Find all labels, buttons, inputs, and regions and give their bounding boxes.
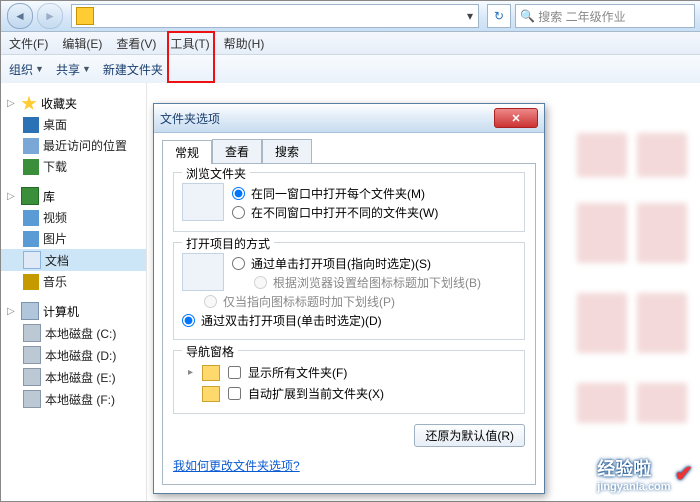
watermark-url: jingyanla.com bbox=[597, 481, 670, 493]
checkbox-show-all-folders[interactable] bbox=[228, 366, 241, 379]
music-icon bbox=[23, 274, 39, 290]
label-underline-hover: 仅当指向图标标题时加下划线(P) bbox=[223, 293, 395, 310]
computer-icon bbox=[21, 302, 39, 320]
tab-search[interactable]: 搜索 bbox=[262, 139, 312, 163]
search-box[interactable]: 🔍 搜索 二年级作业 bbox=[515, 4, 695, 28]
tree-expand-icon[interactable]: ▸ bbox=[188, 367, 198, 378]
folder-icon bbox=[76, 7, 94, 25]
dialog-title-text: 文件夹选项 bbox=[160, 110, 220, 127]
restore-defaults-button[interactable]: 还原为默认值(R) bbox=[414, 424, 525, 447]
sidebar-computer-header[interactable]: ▷计算机 bbox=[1, 300, 146, 322]
folder-icon bbox=[202, 365, 220, 381]
label-same-window: 在同一窗口中打开每个文件夹(M) bbox=[251, 185, 425, 202]
radio-underline-browser bbox=[254, 276, 267, 289]
dialog-tabs: 常规 查看 搜索 bbox=[162, 139, 544, 163]
nav-back-button[interactable]: ◄ bbox=[7, 3, 33, 29]
downloads-icon bbox=[23, 159, 39, 175]
navigation-pane: ▷收藏夹 桌面 最近访问的位置 下载 ▷库 视频 图片 文档 音乐 ▷计算机 本… bbox=[1, 83, 147, 501]
menu-help[interactable]: 帮助(H) bbox=[224, 35, 265, 52]
drive-icon bbox=[23, 390, 41, 408]
nav-forward-button[interactable]: ► bbox=[37, 3, 63, 29]
label-auto-expand: 自动扩展到当前文件夹(X) bbox=[248, 385, 384, 402]
menu-bar: 文件(F) 编辑(E) 查看(V) 工具(T) 帮助(H) bbox=[1, 32, 700, 55]
search-icon: 🔍 bbox=[520, 9, 535, 23]
recent-icon bbox=[23, 138, 39, 154]
toolbar-share[interactable]: 共享▼ bbox=[56, 61, 91, 78]
menu-file[interactable]: 文件(F) bbox=[9, 35, 48, 52]
sidebar-item-recent[interactable]: 最近访问的位置 bbox=[1, 135, 146, 156]
label-show-all-folders: 显示所有文件夹(F) bbox=[248, 364, 347, 381]
checkbox-auto-expand[interactable] bbox=[228, 387, 241, 400]
group-click-items: 打开项目的方式 通过单击打开项目(指向时选定)(S) 根据浏览器设置给图标标题加… bbox=[173, 242, 525, 340]
documents-icon bbox=[23, 251, 41, 269]
folder-options-dialog: 文件夹选项 ✕ 常规 查看 搜索 浏览文件夹 在同一窗口中打开每个文件夹(M) … bbox=[153, 103, 545, 494]
group-click-title: 打开项目的方式 bbox=[182, 235, 274, 252]
video-icon bbox=[23, 210, 39, 226]
checkmark-icon: ✔ bbox=[675, 461, 693, 487]
tab-panel-general: 浏览文件夹 在同一窗口中打开每个文件夹(M) 在不同窗口中打开不同的文件夹(W)… bbox=[162, 163, 536, 485]
drive-icon bbox=[23, 346, 41, 364]
highlight-tools-menu bbox=[167, 31, 215, 83]
tab-general[interactable]: 常规 bbox=[162, 140, 212, 164]
tab-view[interactable]: 查看 bbox=[212, 139, 262, 163]
drive-icon bbox=[23, 324, 41, 342]
sidebar-libraries-header[interactable]: ▷库 bbox=[1, 185, 146, 207]
refresh-button[interactable]: ↻ bbox=[487, 4, 511, 28]
radio-new-window[interactable] bbox=[232, 206, 245, 219]
menu-view[interactable]: 查看(V) bbox=[116, 35, 156, 52]
menu-edit[interactable]: 编辑(E) bbox=[62, 35, 102, 52]
group-browse-title: 浏览文件夹 bbox=[182, 165, 250, 182]
sidebar-item-documents[interactable]: 文档 bbox=[1, 249, 146, 271]
search-placeholder: 搜索 二年级作业 bbox=[538, 8, 625, 25]
label-double-click: 通过双击打开项目(单击时选定)(D) bbox=[201, 312, 382, 329]
watermark-brand: 经验啦 bbox=[597, 459, 651, 479]
label-single-click: 通过单击打开项目(指向时选定)(S) bbox=[251, 255, 431, 272]
radio-single-click[interactable] bbox=[232, 257, 245, 270]
watermark: 经验啦 jingyanla.com ✔ bbox=[597, 455, 693, 493]
click-items-icon bbox=[182, 253, 224, 291]
sidebar-item-downloads[interactable]: 下载 bbox=[1, 156, 146, 177]
address-bar[interactable]: ▾ bbox=[71, 4, 479, 28]
toolbar-newfolder[interactable]: 新建文件夹 bbox=[103, 61, 163, 78]
browse-folders-icon bbox=[182, 183, 224, 221]
sidebar-item-drive-f[interactable]: 本地磁盘 (F:) bbox=[1, 388, 146, 410]
toolbar-organize[interactable]: 组织▼ bbox=[9, 61, 44, 78]
sidebar-favorites-header[interactable]: ▷收藏夹 bbox=[1, 93, 146, 114]
sidebar-item-drive-d[interactable]: 本地磁盘 (D:) bbox=[1, 344, 146, 366]
help-link[interactable]: 我如何更改文件夹选项? bbox=[173, 459, 300, 473]
group-navigation-pane: 导航窗格 ▸ 显示所有文件夹(F) 自动扩展到当前文件夹(X) bbox=[173, 350, 525, 414]
label-underline-browser: 根据浏览器设置给图标标题加下划线(B) bbox=[273, 274, 481, 291]
sidebar-item-videos[interactable]: 视频 bbox=[1, 207, 146, 228]
sidebar-item-drive-e[interactable]: 本地磁盘 (E:) bbox=[1, 366, 146, 388]
desktop-icon bbox=[23, 117, 39, 133]
sidebar-item-desktop[interactable]: 桌面 bbox=[1, 114, 146, 135]
sidebar-item-drive-c[interactable]: 本地磁盘 (C:) bbox=[1, 322, 146, 344]
group-nav-title: 导航窗格 bbox=[182, 343, 238, 360]
drive-icon bbox=[23, 368, 41, 386]
dialog-titlebar[interactable]: 文件夹选项 ✕ bbox=[154, 104, 544, 133]
window-titlebar: ◄ ► ▾ ↻ 🔍 搜索 二年级作业 bbox=[1, 1, 700, 32]
radio-same-window[interactable] bbox=[232, 187, 245, 200]
explorer-toolbar: 组织▼ 共享▼ 新建文件夹 bbox=[1, 55, 700, 84]
library-icon bbox=[21, 187, 39, 205]
pictures-icon bbox=[23, 231, 39, 247]
radio-double-click[interactable] bbox=[182, 314, 195, 327]
label-new-window: 在不同窗口中打开不同的文件夹(W) bbox=[251, 204, 438, 221]
group-browse-folders: 浏览文件夹 在同一窗口中打开每个文件夹(M) 在不同窗口中打开不同的文件夹(W) bbox=[173, 172, 525, 232]
star-icon bbox=[21, 96, 37, 112]
address-dropdown-icon[interactable]: ▾ bbox=[462, 9, 478, 23]
folder-icon bbox=[202, 386, 220, 402]
sidebar-item-pictures[interactable]: 图片 bbox=[1, 228, 146, 249]
sidebar-item-music[interactable]: 音乐 bbox=[1, 271, 146, 292]
dialog-close-button[interactable]: ✕ bbox=[494, 108, 538, 128]
radio-underline-hover bbox=[204, 295, 217, 308]
